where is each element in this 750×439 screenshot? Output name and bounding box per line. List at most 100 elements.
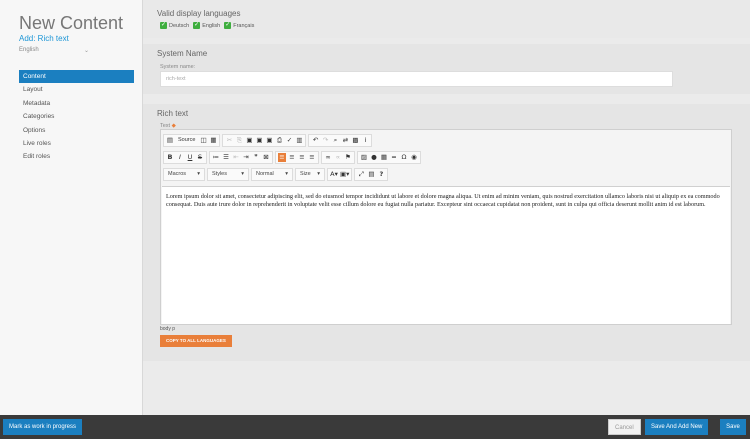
replace-icon[interactable]: ⇄	[341, 136, 349, 145]
div-container-icon[interactable]: ⊠	[262, 153, 270, 162]
align-justify-icon[interactable]: ≡	[308, 153, 316, 162]
bold-icon[interactable]: B	[166, 153, 174, 162]
underline-icon[interactable]: U	[186, 153, 194, 162]
paste-icon[interactable]: ▣	[245, 136, 253, 145]
editor-element-path[interactable]: body p	[160, 326, 175, 332]
align-left-icon[interactable]: ≡	[278, 152, 286, 162]
sidebar-item-edit-roles[interactable]: Edit roles	[19, 150, 134, 163]
sidebar-item-metadata[interactable]: Metadata	[19, 97, 134, 110]
footer-bar: Mark as work in progress Cancel Save And…	[0, 415, 750, 439]
image-icon[interactable]: ▨	[360, 153, 368, 162]
section-title: Valid display languages	[157, 9, 241, 18]
checkbox-checked-icon[interactable]: ✓	[224, 22, 232, 29]
toolbar-group-links: ∞ ∝ ⚑	[321, 150, 355, 164]
sidebar-item-content[interactable]: Content	[19, 70, 134, 84]
caret-down-icon: ▾	[285, 171, 288, 177]
text-color-icon[interactable]: A▾	[330, 170, 338, 179]
language-checkboxes: ✓ Deutsch ✓ English ✓ Français	[160, 22, 254, 29]
strike-icon[interactable]: S	[196, 153, 204, 162]
print-icon[interactable]: ⎙	[275, 136, 283, 145]
macros-dropdown[interactable]: Macros ▾	[163, 167, 205, 181]
special-char-icon[interactable]: Ω	[400, 153, 408, 162]
table-icon[interactable]: ▥	[295, 136, 303, 145]
mark-work-in-progress-button[interactable]: Mark as work in progress	[3, 419, 83, 435]
copy-icon[interactable]: ⎘	[235, 136, 243, 145]
insert-table-icon[interactable]: ▦	[380, 153, 388, 162]
toolbar-group-align: ≡ ≡ ≡ ≡	[275, 150, 319, 164]
language-select[interactable]: English ⌄	[19, 47, 89, 54]
align-center-icon[interactable]: ≡	[288, 153, 296, 162]
checkbox-checked-icon[interactable]: ✓	[193, 22, 201, 29]
sidebar-item-options[interactable]: Options	[19, 124, 134, 137]
checkbox-label: Français	[233, 22, 255, 29]
cancel-button[interactable]: Cancel	[608, 419, 641, 435]
paste-word-icon[interactable]: ▣	[265, 136, 273, 145]
copy-to-all-languages-button[interactable]: COPY TO ALL LANGUAGES	[160, 335, 232, 347]
undo-icon[interactable]: ↶	[311, 136, 319, 145]
indent-icon[interactable]: ⇥	[242, 153, 250, 162]
sidebar-item-live-roles[interactable]: Live roles	[19, 137, 134, 150]
find-icon[interactable]: ⌕	[331, 136, 339, 145]
styles-dropdown[interactable]: Styles ▾	[207, 167, 249, 181]
anchor-icon[interactable]: ⚑	[344, 153, 352, 162]
flash-icon[interactable]: ●	[370, 153, 378, 162]
caret-down-icon: ▾	[241, 171, 244, 177]
rich-text-section: Rich text Text ◆ ▤ Source ◫ ▦ ✂ ⎘ ▣ ▣ ▣ …	[143, 104, 750, 361]
system-name-input[interactable]	[160, 71, 673, 87]
language-select-value: English	[19, 47, 39, 53]
toolbar-group-tools: ⤢ ▤ ?	[354, 167, 389, 181]
page-title: New Content	[19, 13, 124, 33]
blockquote-icon[interactable]: ❞	[252, 153, 260, 162]
outdent-icon[interactable]: ⇤	[232, 153, 240, 162]
page-subtitle: Add: Rich text	[19, 34, 69, 43]
redo-icon[interactable]: ↷	[321, 136, 329, 145]
chevron-down-icon: ⌄	[83, 48, 89, 54]
source-icon: ▤	[166, 135, 174, 144]
language-checkbox-deutsch[interactable]: ✓ Deutsch	[160, 22, 189, 29]
toolbar-group-edit: ↶ ↷ ⌕ ⇄ ▩ Ꭵ	[308, 133, 373, 147]
show-blocks-icon[interactable]: ▤	[367, 170, 375, 179]
language-checkbox-english[interactable]: ✓ English	[193, 22, 220, 29]
unlink-icon[interactable]: ∝	[334, 153, 342, 162]
bulleted-list-icon[interactable]: ☰	[222, 153, 230, 162]
save-and-add-new-button[interactable]: Save And Add New	[645, 419, 709, 435]
select-all-icon[interactable]: ▩	[351, 136, 359, 145]
help-icon[interactable]: ?	[377, 170, 385, 179]
size-dropdown[interactable]: Size ▾	[295, 167, 325, 181]
system-name-label: System name:	[160, 64, 196, 70]
spellcheck-icon[interactable]: ✓	[285, 136, 293, 145]
templates-icon[interactable]: ▦	[209, 136, 217, 145]
horizontal-rule-icon[interactable]: ═	[390, 153, 398, 162]
checkbox-checked-icon[interactable]: ✓	[160, 22, 167, 29]
sidebar-item-layout[interactable]: Layout	[19, 83, 134, 96]
sidebar-nav: Content Layout Metadata Categories Optio…	[19, 70, 134, 164]
background-color-icon[interactable]: ▣▾	[340, 170, 349, 179]
numbered-list-icon[interactable]: ≔	[212, 153, 220, 162]
link-icon[interactable]: ∞	[324, 153, 332, 162]
editor-content-area[interactable]: Lorem ipsum dolor sit amet, consectetur …	[162, 186, 730, 324]
save-button[interactable]: Save	[720, 419, 746, 435]
source-button[interactable]: Source	[176, 136, 197, 145]
remove-format-icon[interactable]: Ꭵ	[361, 136, 369, 145]
toolbar-row-3: Macros ▾ Styles ▾ Normal ▾ Size ▾ A▾ ▣▾ …	[163, 167, 389, 181]
format-dropdown-label: Normal	[256, 171, 274, 177]
sidebar-item-categories[interactable]: Categories	[19, 110, 134, 123]
toolbar-group-document: ▤ Source ◫ ▦	[163, 133, 221, 147]
system-name-section: System Name System name:	[143, 44, 750, 94]
cut-icon[interactable]: ✂	[225, 136, 233, 145]
language-checkbox-francais[interactable]: ✓ Français	[224, 22, 254, 29]
main-content: Valid display languages ✓ Deutsch ✓ Engl…	[143, 0, 750, 415]
caret-down-icon: ▾	[197, 171, 200, 177]
maximize-icon[interactable]: ⤢	[357, 170, 365, 179]
valid-languages-section: Valid display languages ✓ Deutsch ✓ Engl…	[143, 0, 750, 38]
paste-text-icon[interactable]: ▣	[255, 136, 263, 145]
rich-text-editor: ▤ Source ◫ ▦ ✂ ⎘ ▣ ▣ ▣ ⎙ ✓ ▥ ↶ ↷ ⌕ ⇄ ▩ Ꭵ…	[160, 129, 732, 325]
iframe-icon[interactable]: ◉	[410, 153, 418, 162]
format-dropdown[interactable]: Normal ▾	[251, 167, 293, 181]
italic-icon[interactable]: I	[176, 153, 184, 162]
toolbar-group-colors: A▾ ▣▾	[327, 167, 353, 181]
toolbar-group-clipboard: ✂ ⎘ ▣ ▣ ▣ ⎙ ✓ ▥	[222, 133, 307, 147]
preview-icon[interactable]: ◫	[199, 136, 207, 145]
align-right-icon[interactable]: ≡	[298, 153, 306, 162]
toolbar-group-basicstyles: B I U S	[163, 150, 207, 164]
